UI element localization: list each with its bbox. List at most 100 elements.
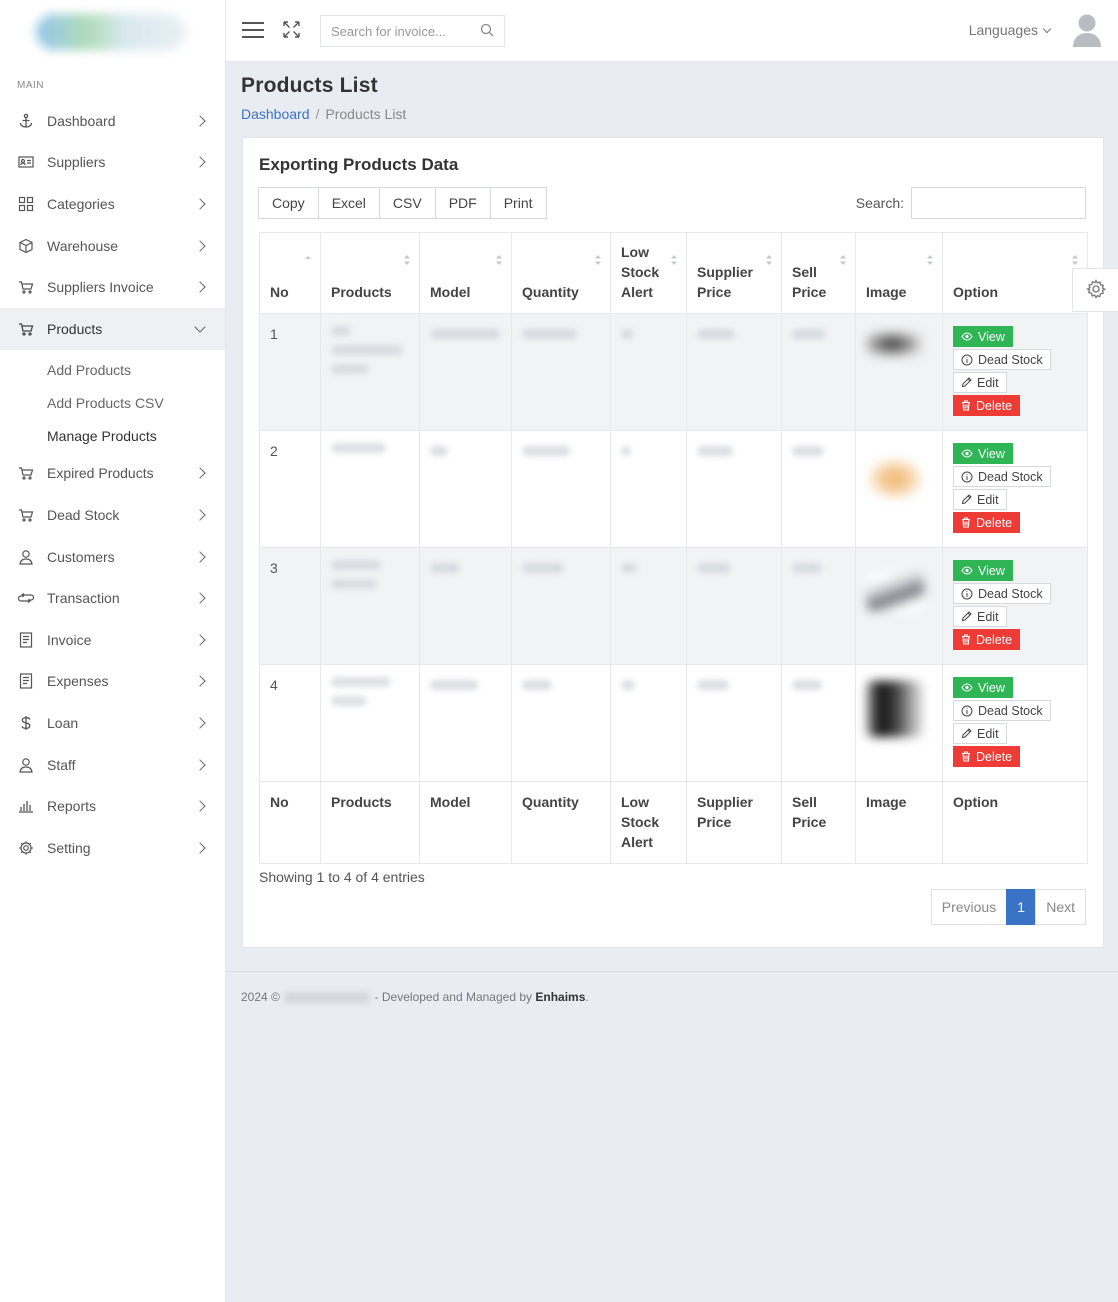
table-search-input[interactable] — [911, 187, 1086, 219]
sidebar-item-staff[interactable]: Staff — [0, 744, 225, 786]
submenu-add-products[interactable]: Add Products — [0, 354, 225, 387]
footer-company[interactable]: Enhaims — [535, 990, 585, 1004]
sidebar-item-expenses[interactable]: Expenses — [0, 661, 225, 703]
chevron-right-icon — [194, 239, 206, 252]
logo-image — [36, 14, 186, 50]
sidebar-item-setting[interactable]: Setting — [0, 827, 225, 869]
sidebar-item-label: Staff — [47, 756, 76, 773]
dead-stock-button[interactable]: Dead Stock — [953, 349, 1051, 370]
cell-image — [855, 664, 943, 782]
settings-panel-toggle[interactable] — [1072, 268, 1118, 312]
sidebar-item-suppliers-invoice[interactable]: Suppliers Invoice — [0, 266, 225, 308]
view-button[interactable]: View — [953, 443, 1013, 464]
product-thumbnail[interactable] — [866, 681, 922, 737]
column-header-quantity[interactable]: Quantity — [511, 232, 611, 314]
page-1-button[interactable]: 1 — [1006, 889, 1037, 925]
sidebar-item-dead-stock[interactable]: Dead Stock — [0, 494, 225, 536]
sidebar-item-categories[interactable]: Categories — [0, 183, 225, 225]
submenu-manage-products[interactable]: Manage Products — [0, 420, 225, 453]
edit-button[interactable]: Edit — [953, 489, 1007, 510]
cell-supplier-price — [686, 547, 782, 665]
cart-icon — [17, 320, 35, 338]
edit-button[interactable]: Edit — [953, 372, 1007, 393]
sidebar-item-products[interactable]: Products — [0, 307, 225, 350]
footer-year: 2024 © — [241, 990, 280, 1004]
gear-icon — [17, 839, 35, 857]
sidebar-item-expired-products[interactable]: Expired Products — [0, 453, 225, 495]
cell-quantity — [511, 313, 611, 431]
column-header-model[interactable]: Model — [419, 232, 512, 314]
submenu-add-products-csv[interactable]: Add Products CSV — [0, 387, 225, 420]
chevron-right-icon — [194, 758, 206, 771]
excel-button[interactable]: Excel — [317, 187, 380, 219]
avatar[interactable] — [1072, 13, 1102, 47]
sidebar-item-loan[interactable]: Loan — [0, 702, 225, 744]
dead-stock-button[interactable]: Dead Stock — [953, 466, 1051, 487]
dead-stock-button[interactable]: Dead Stock — [953, 700, 1051, 721]
previous-page-button[interactable]: Previous — [930, 889, 1008, 925]
column-header-option[interactable]: Option — [942, 232, 1088, 314]
product-thumbnail[interactable] — [866, 572, 924, 612]
sidebar-item-label: Reports — [47, 798, 97, 815]
sidebar-item-transaction[interactable]: Transaction — [0, 577, 225, 619]
table-row: 2 View Dead Stock Edit Delete — [259, 430, 1088, 548]
breadcrumb-home[interactable]: Dashboard — [241, 106, 310, 122]
column-header-image[interactable]: Image — [855, 232, 943, 314]
invoice-search-input[interactable] — [331, 23, 480, 39]
delete-button[interactable]: Delete — [953, 512, 1021, 533]
sidebar-item-label: Invoice — [47, 631, 92, 648]
edit-button[interactable]: Edit — [953, 723, 1007, 744]
languages-dropdown[interactable]: Languages — [969, 22, 1052, 38]
column-header-no[interactable]: No — [259, 232, 321, 314]
column-header-sell-price[interactable]: Sell Price — [781, 232, 856, 314]
sidebar-item-dashboard[interactable]: Dashboard — [0, 100, 225, 142]
sort-icon — [594, 251, 602, 265]
logo[interactable] — [0, 0, 225, 62]
cell-model — [419, 664, 512, 782]
product-thumbnail[interactable] — [866, 457, 924, 497]
delete-button[interactable]: Delete — [953, 629, 1021, 650]
view-button[interactable]: View — [953, 677, 1013, 698]
table-footer-row: No Products Model Quantity Low Stock Ale… — [259, 781, 1088, 864]
delete-button[interactable]: Delete — [953, 395, 1021, 416]
pdf-button[interactable]: PDF — [434, 187, 491, 219]
cell-supplier-price — [686, 313, 782, 431]
copy-button[interactable]: Copy — [258, 187, 319, 219]
fullscreen-icon[interactable] — [282, 20, 301, 39]
product-thumbnail[interactable] — [866, 330, 924, 358]
table-info: Showing 1 to 4 of 4 entries — [259, 869, 425, 885]
cell-low-stock — [610, 664, 687, 782]
cell-model — [419, 313, 512, 431]
cell-image — [855, 313, 943, 431]
chevron-down-icon — [194, 321, 206, 333]
sidebar-item-warehouse[interactable]: Warehouse — [0, 225, 225, 267]
footer-column-image: Image — [855, 781, 943, 864]
view-button[interactable]: View — [953, 326, 1013, 347]
edit-button[interactable]: Edit — [953, 606, 1007, 627]
footer-column-supplier-price: Supplier Price — [686, 781, 782, 864]
cell-product — [320, 547, 420, 665]
menu-toggle-icon[interactable] — [242, 22, 264, 38]
dead-stock-button[interactable]: Dead Stock — [953, 583, 1051, 604]
sidebar-item-customers[interactable]: Customers — [0, 536, 225, 578]
cell-low-stock — [610, 430, 687, 548]
column-header-low-stock-alert[interactable]: Low Stock Alert — [610, 232, 687, 314]
sidebar-item-invoice[interactable]: Invoice — [0, 619, 225, 661]
print-button[interactable]: Print — [489, 187, 547, 219]
csv-button[interactable]: CSV — [378, 187, 436, 219]
search-icon[interactable] — [480, 23, 494, 40]
delete-button[interactable]: Delete — [953, 746, 1021, 767]
next-page-button[interactable]: Next — [1035, 889, 1086, 925]
sidebar-item-label: Products — [47, 320, 103, 337]
view-button[interactable]: View — [953, 560, 1013, 581]
cell-quantity — [511, 430, 611, 548]
chevron-right-icon — [194, 634, 206, 646]
sidebar-item-reports[interactable]: Reports — [0, 785, 225, 827]
column-header-products[interactable]: Products — [320, 232, 420, 314]
sidebar-item-suppliers[interactable]: Suppliers — [0, 142, 225, 184]
gear-icon — [1085, 278, 1106, 302]
cell-sell-price — [781, 664, 856, 782]
chevron-right-icon — [194, 842, 206, 854]
exchange-icon — [17, 589, 35, 607]
column-header-supplier-price[interactable]: Supplier Price — [686, 232, 782, 314]
